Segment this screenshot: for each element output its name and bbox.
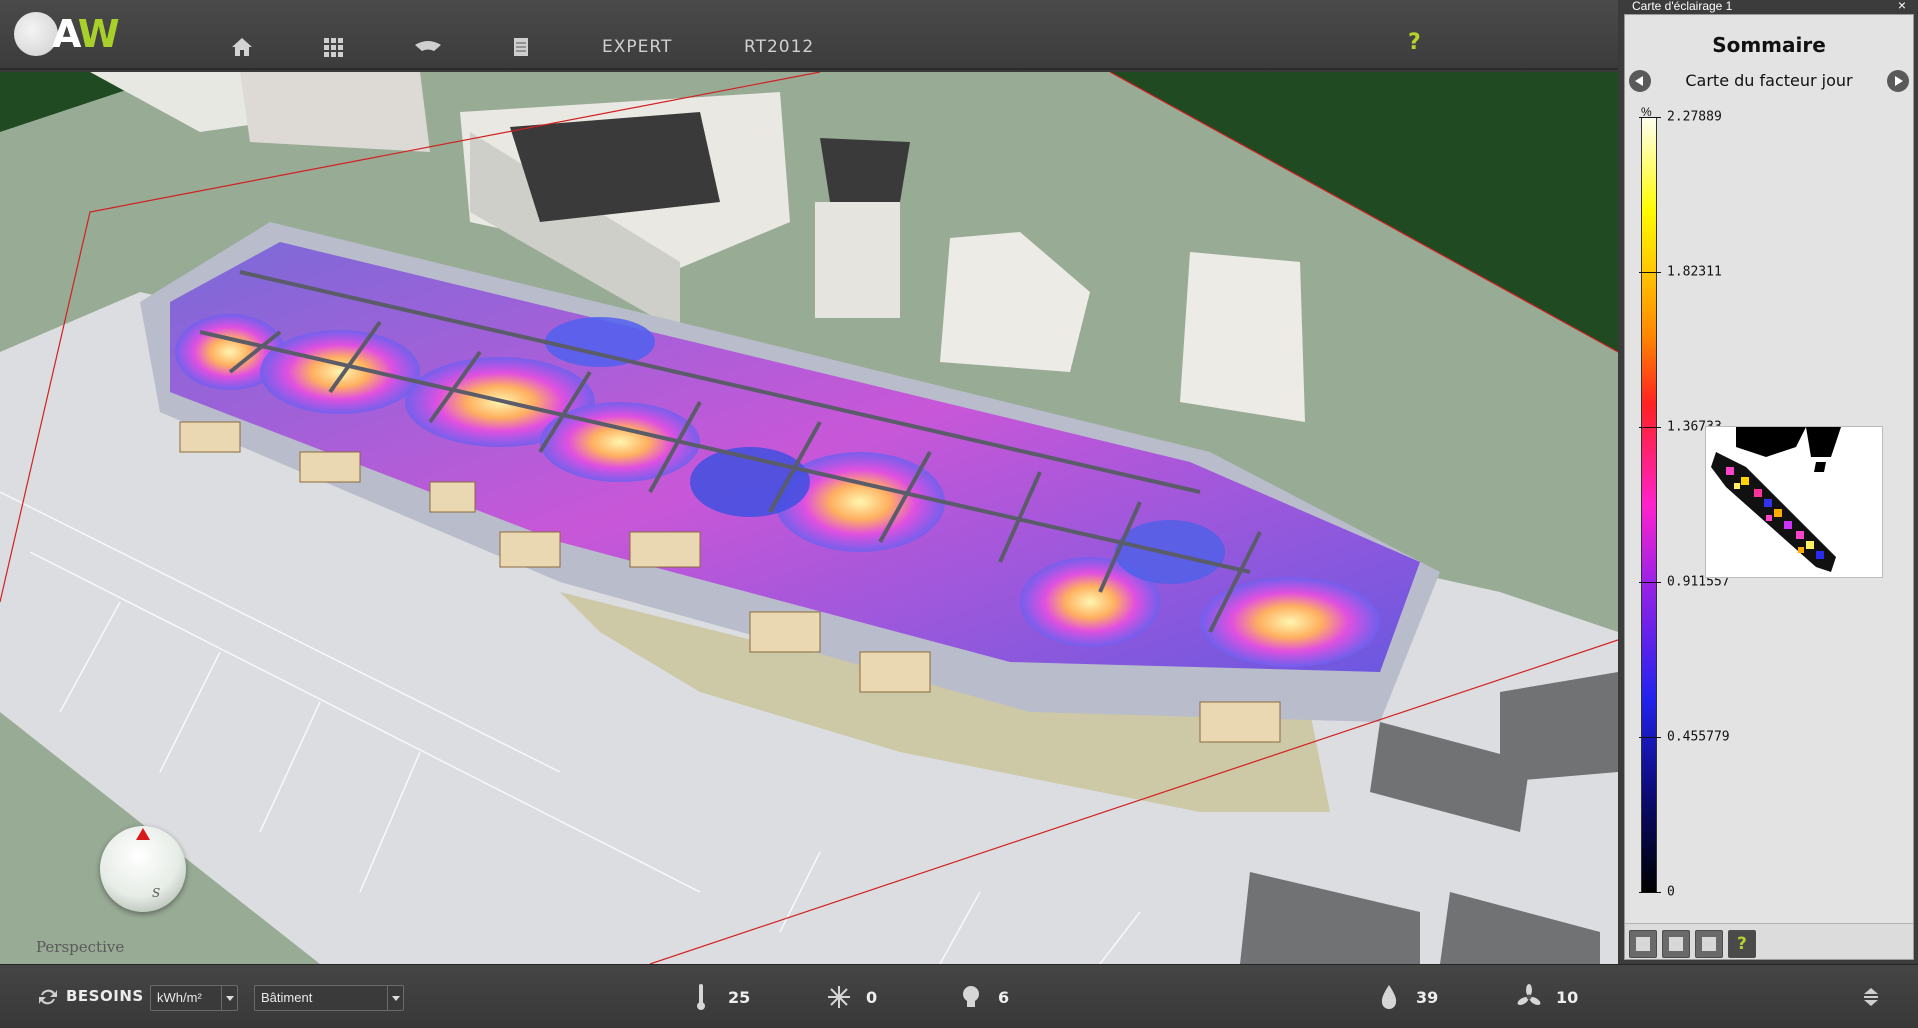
panel-toolbar: ? xyxy=(1625,923,1913,959)
wall-view-button[interactable] xyxy=(1695,930,1723,958)
document-icon xyxy=(514,38,528,56)
scale-tick xyxy=(1639,427,1661,428)
column-view-button[interactable] xyxy=(1662,930,1690,958)
previous-arrow-icon[interactable] xyxy=(1629,70,1651,92)
next-arrow-icon[interactable] xyxy=(1887,70,1909,92)
thermometer-icon xyxy=(697,984,705,1010)
chevron-down-icon xyxy=(221,986,237,1010)
scale-tick xyxy=(1639,892,1661,893)
floor-view-button[interactable] xyxy=(1629,930,1657,958)
refresh-icon[interactable] xyxy=(36,985,60,1009)
scale-tick xyxy=(1639,582,1661,583)
scale-tick-label: 0 xyxy=(1667,884,1675,900)
tab-rt2012[interactable]: RT2012 xyxy=(744,30,814,64)
scale-tick xyxy=(1639,117,1661,118)
column-icon xyxy=(1669,937,1683,951)
stat-water[interactable]: 39 xyxy=(1376,981,1438,1013)
water-drop-icon xyxy=(1381,985,1397,1009)
document-button[interactable] xyxy=(512,30,530,64)
top-toolbar: AW EXPERT RT2012 ? xyxy=(0,0,1618,70)
panel-subtitle: Carte du facteur jour xyxy=(1685,71,1853,90)
tab-expert[interactable]: EXPERT xyxy=(602,30,672,64)
3d-viewport[interactable]: S Perspective xyxy=(0,72,1618,964)
lightbulb-icon xyxy=(963,986,979,1007)
app-logo: AW xyxy=(14,12,120,56)
scale-tick xyxy=(1639,272,1661,273)
daylight-map-thumbnail[interactable] xyxy=(1705,426,1883,578)
close-icon[interactable]: × xyxy=(1898,0,1906,12)
view-mode-label[interactable]: Perspective xyxy=(36,938,124,956)
scale-tick-label: 0.455779 xyxy=(1667,729,1730,745)
scale-tick-label: 2.27889 xyxy=(1667,109,1722,125)
scale-tick-label: 1.82311 xyxy=(1667,264,1722,280)
scale-tick xyxy=(1639,737,1661,738)
expand-collapse-icon[interactable] xyxy=(1860,985,1882,1009)
panel-titlebar[interactable]: Carte d'éclairage 1 × xyxy=(1620,0,1918,14)
chevron-down-icon xyxy=(387,986,403,1010)
lighting-map-panel: Carte d'éclairage 1 × Sommaire Carte du … xyxy=(1620,0,1918,964)
home-icon xyxy=(232,38,252,56)
status-bar: BESOINS kWh/m² Bâtiment 25 0 6 39 10 xyxy=(0,964,1918,1028)
panel-title: Sommaire xyxy=(1712,33,1826,57)
stat-temperature[interactable]: 25 xyxy=(688,981,750,1013)
stat-sun[interactable]: 0 xyxy=(826,981,877,1013)
compass-south-label: S xyxy=(152,886,161,900)
compass-widget[interactable]: S xyxy=(100,826,186,912)
sun-icon xyxy=(828,986,850,1008)
fan-icon xyxy=(1517,984,1541,1005)
panel-help-button[interactable]: ? xyxy=(1728,930,1756,958)
building-scene[interactable] xyxy=(0,72,1618,964)
wall-icon xyxy=(1702,937,1716,951)
layer-icon xyxy=(415,41,441,51)
stat-lighting[interactable]: 6 xyxy=(958,981,1009,1013)
besoins-button[interactable]: BESOINS xyxy=(66,987,144,1005)
color-scale-bar xyxy=(1641,117,1657,893)
unit-select[interactable]: kWh/m² xyxy=(150,985,238,1011)
grid-button[interactable] xyxy=(322,30,344,64)
color-scale: % 2.27889 1.82311 1.36733 0.911557 0.455… xyxy=(1637,105,1730,903)
panel-window-title: Carte d'éclairage 1 xyxy=(1632,0,1733,13)
panel-body: Sommaire Carte du facteur jour % 2.27889… xyxy=(1624,14,1914,960)
stat-ventilation[interactable]: 10 xyxy=(1516,981,1578,1013)
scope-select[interactable]: Bâtiment xyxy=(254,985,404,1011)
daylight-map-plot xyxy=(1711,427,1841,572)
compass-needle-icon xyxy=(136,828,150,840)
floor-icon xyxy=(1636,937,1650,951)
home-button[interactable] xyxy=(230,30,254,64)
panel-nav: Carte du facteur jour xyxy=(1625,67,1913,95)
help-button[interactable]: ? xyxy=(1408,30,1421,55)
grid-icon xyxy=(324,38,343,57)
app-window: AW EXPERT RT2012 ? S Perspective Carte d… xyxy=(0,0,1918,1028)
layer-button[interactable] xyxy=(414,30,442,64)
